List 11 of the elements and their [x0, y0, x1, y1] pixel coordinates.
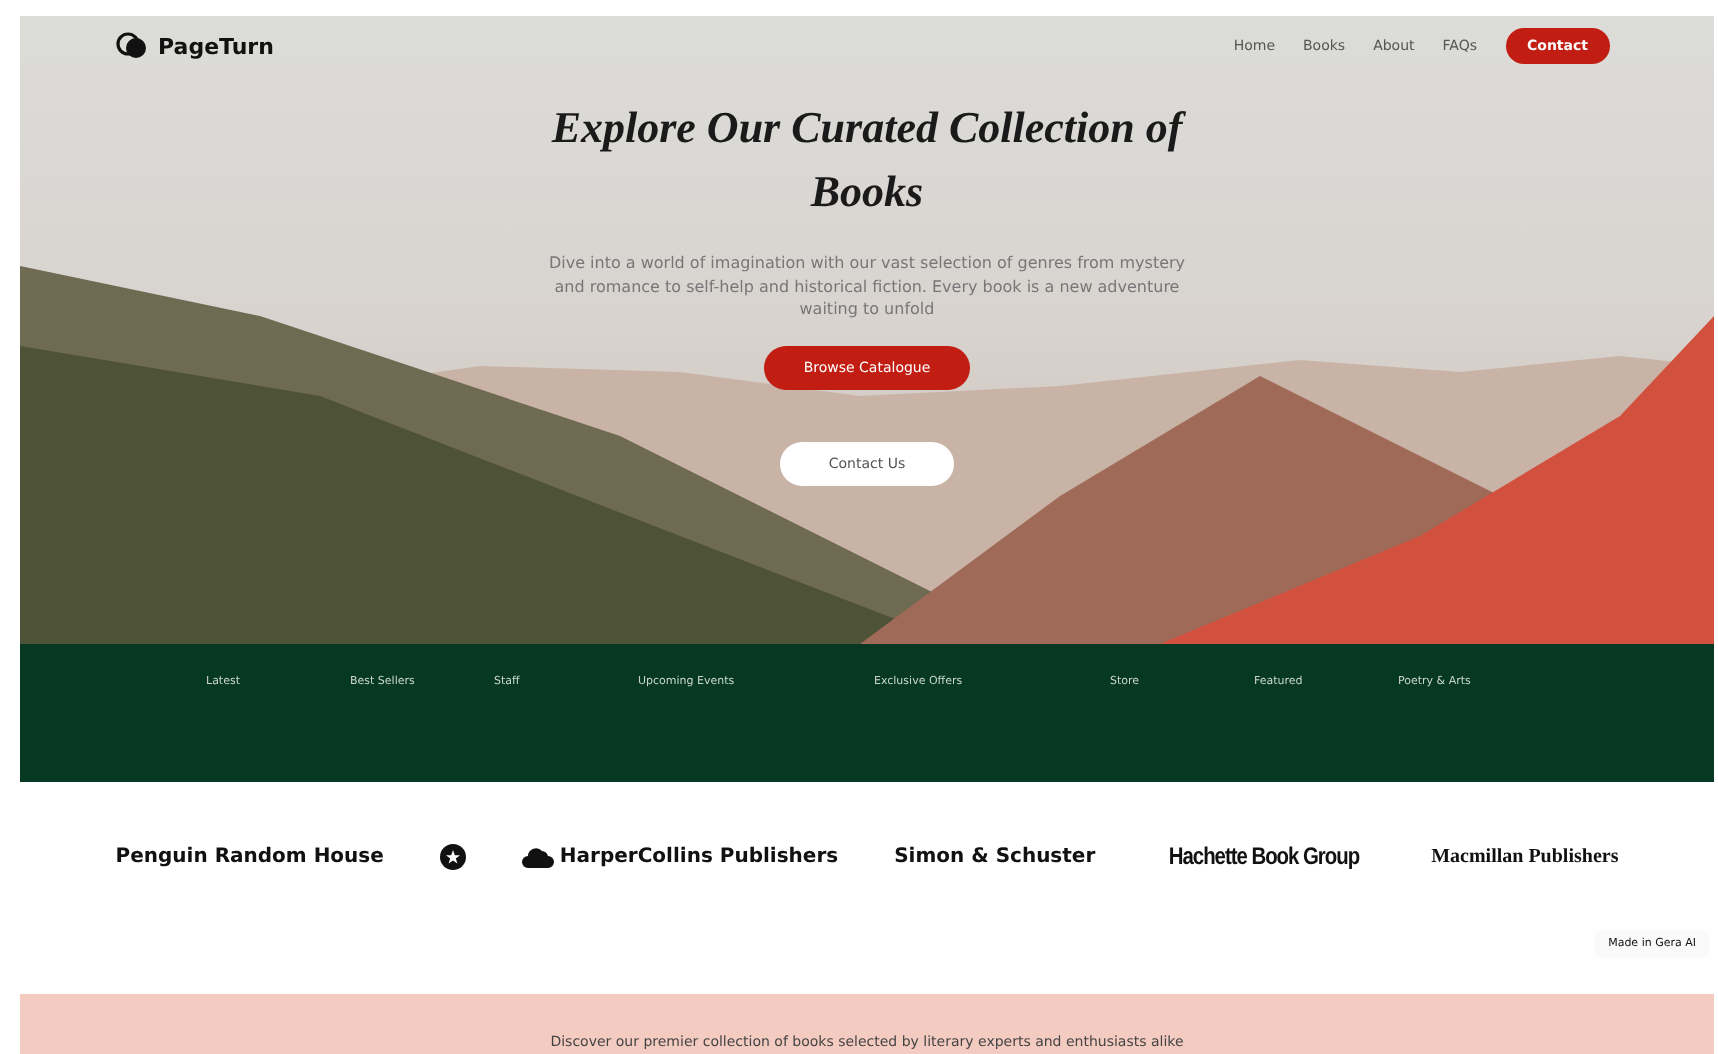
cloud-icon: [521, 845, 554, 867]
hero-title: Explore Our Curated Collection of Books: [549, 100, 1188, 220]
hero-description: Dive into a world of imagination with our vast selection of genres from mystery and romance to self-help and historical fiction. Every book is a new adventure waiting to unfold: [547, 252, 1187, 321]
publisher-logo: HarperCollins Publishers: [559, 845, 839, 867]
brand-name[interactable]: PageTurn: [158, 33, 274, 59]
star-badge-icon: [439, 843, 466, 869]
publisher-logo: Macmillan Publishers: [1431, 845, 1619, 867]
logo-icon: [116, 32, 148, 60]
publisher-logo: Simon & Schuster: [894, 845, 1096, 867]
publisher-logo: Penguin Random House: [115, 845, 384, 867]
publisher-logo: Hachette Book Group: [1168, 842, 1359, 870]
